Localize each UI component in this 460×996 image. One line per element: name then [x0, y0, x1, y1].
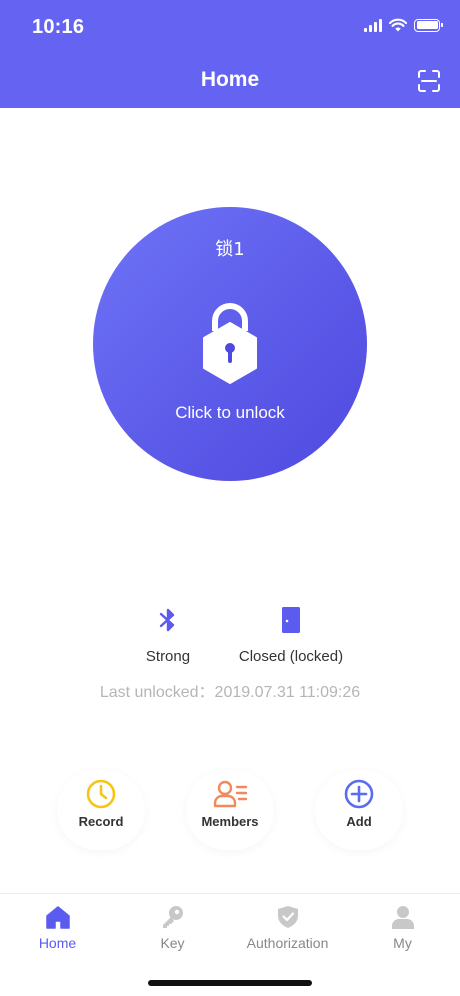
bluetooth-icon	[159, 608, 175, 632]
battery-icon	[414, 18, 443, 32]
page-title: Home	[200, 68, 260, 91]
door-icon	[282, 607, 300, 633]
padlock-icon	[203, 303, 257, 384]
unlock-label: Click to unlock	[175, 403, 285, 422]
wifi-icon	[389, 18, 407, 32]
shield-check-icon	[277, 906, 298, 928]
key-icon	[162, 906, 183, 928]
clock-icon	[86, 779, 116, 809]
status-time: 10:16	[32, 16, 85, 38]
door-label: Closed (locked)	[238, 648, 344, 665]
header-bar: 10:16 Home	[0, 0, 460, 108]
door-status: Closed (locked)	[226, 606, 356, 665]
person-icon	[391, 906, 414, 929]
tab-key[interactable]: Key	[115, 904, 230, 951]
scan-icon[interactable]	[418, 70, 440, 92]
status-icons	[364, 18, 443, 32]
unlock-button[interactable]: 锁1 Click to unlock	[93, 207, 367, 481]
home-icon	[45, 906, 70, 929]
add-label: Add	[346, 814, 372, 829]
tab-authorization[interactable]: Authorization	[230, 904, 345, 951]
members-button[interactable]: Members	[186, 770, 274, 850]
record-label: Record	[78, 814, 124, 829]
home-indicator	[148, 980, 312, 986]
members-icon	[213, 780, 248, 808]
add-button[interactable]: Add	[315, 770, 403, 850]
tab-home[interactable]: Home	[0, 904, 115, 951]
lock-name: 锁1	[215, 239, 245, 260]
members-label: Members	[201, 814, 259, 829]
record-button[interactable]: Record	[57, 770, 145, 850]
plus-circle-icon	[344, 779, 374, 809]
tab-home-label: Home	[38, 935, 77, 951]
last-unlocked-text: Last unlocked：2019.07.31 11:09:26	[99, 684, 361, 701]
cellular-signal-icon	[364, 18, 382, 32]
bluetooth-label: Strong	[145, 648, 191, 665]
tab-authorization-label: Authorization	[246, 935, 329, 951]
tab-my-label: My	[393, 935, 412, 951]
tab-my[interactable]: My	[345, 904, 460, 951]
tab-key-label: Key	[160, 935, 185, 951]
bluetooth-status: Strong	[138, 606, 198, 665]
